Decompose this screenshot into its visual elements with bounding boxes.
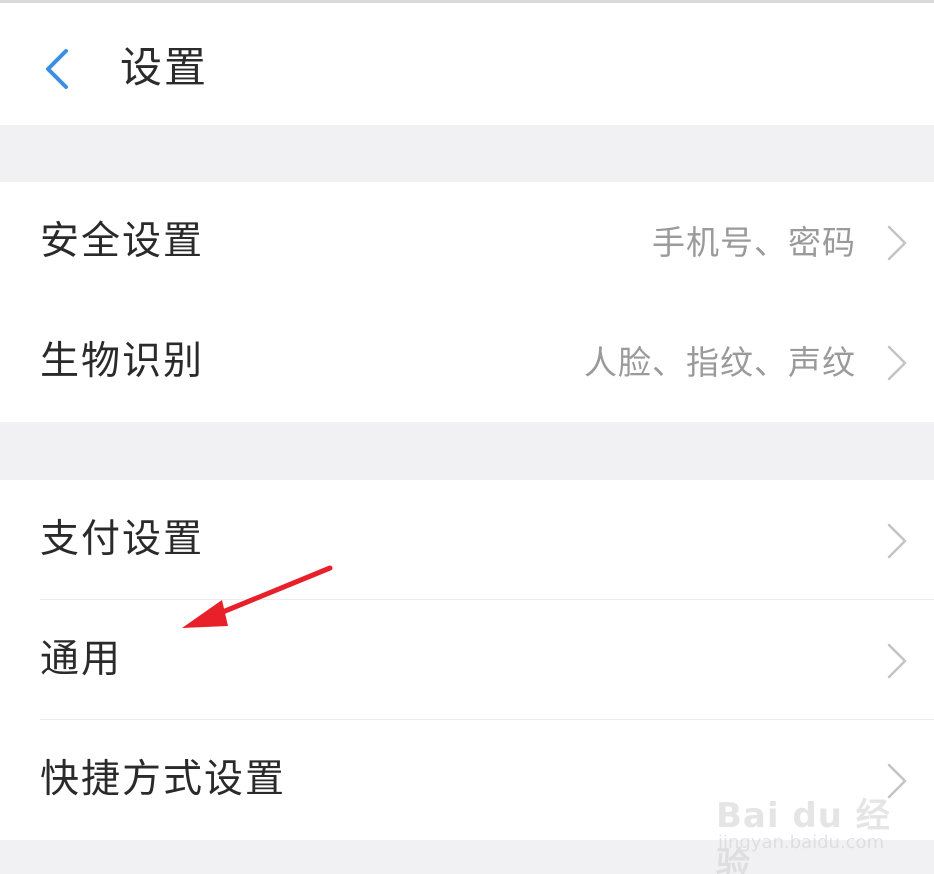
settings-row-security[interactable]: 安全设置 手机号、密码: [0, 182, 934, 302]
settings-page: 设置 安全设置 手机号、密码 生物识别 人脸、指纹、声纹 支付设置 通用 快捷方…: [0, 0, 934, 874]
row-label: 生物识别: [40, 339, 205, 384]
row-label: 通用: [40, 637, 123, 682]
baidu-watermark: Bai du 经验 jingyan.baidu.com: [716, 770, 916, 874]
row-label: 支付设置: [40, 517, 205, 562]
row-label: 安全设置: [40, 219, 205, 264]
watermark-url: jingyan.baidu.com: [718, 832, 885, 853]
settings-row-biometrics[interactable]: 生物识别 人脸、指纹、声纹: [0, 302, 934, 422]
row-label: 快捷方式设置: [40, 757, 287, 802]
annotation-arrow-icon: [182, 565, 333, 628]
back-button[interactable]: [36, 33, 86, 103]
chevron-left-icon: [46, 49, 68, 89]
chevron-right-icon: [887, 523, 907, 559]
settings-row-payment[interactable]: 支付设置: [0, 480, 934, 600]
row-value: 手机号、密码: [652, 223, 856, 262]
header-bar: 设置: [0, 3, 934, 125]
settings-group-security: 安全设置 手机号、密码 生物识别 人脸、指纹、声纹: [0, 182, 934, 422]
chevron-right-icon: [887, 225, 907, 261]
chevron-right-icon: [887, 345, 907, 381]
settings-row-general[interactable]: 通用: [0, 600, 934, 720]
page-title: 设置: [120, 43, 209, 92]
chevron-right-icon: [887, 643, 907, 679]
row-value: 人脸、指纹、声纹: [584, 343, 856, 382]
watermark-brand: Bai du 经验: [716, 796, 891, 874]
